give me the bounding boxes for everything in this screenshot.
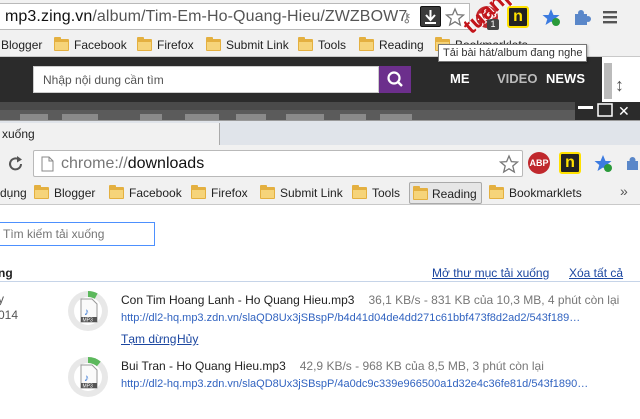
puzzle-icon[interactable] (624, 154, 640, 170)
extension-n-icon[interactable]: n (507, 6, 529, 28)
svg-text:✕: ✕ (618, 103, 630, 119)
extension-star-icon[interactable] (540, 6, 562, 28)
download-url[interactable]: http://dl2-hq.mp3.zdn.vn/slaQD8Ux3jSBspP… (121, 312, 580, 324)
toolbar: chrome://downloads ABP n (0, 145, 640, 181)
bookmark-firefox[interactable]: Firefox (137, 37, 194, 53)
reload-icon[interactable] (7, 155, 25, 173)
folder-icon (489, 185, 504, 199)
svg-text:↕: ↕ (615, 75, 624, 95)
downloads-browser-window: xuống chrome://downloads ABP n dụng Blog… (0, 120, 640, 401)
folder-icon (352, 185, 367, 199)
downloads-header: ng Mở thư mục tải xuống Xóa tất cả (0, 264, 640, 282)
site-search-input[interactable]: Nhập nội dung cần tìm (33, 66, 379, 93)
adblock-icon[interactable]: ABP (528, 152, 550, 174)
mp3-file-icon: ♪ MP3 (68, 291, 108, 331)
page-icon (41, 156, 54, 172)
folder-icon (109, 185, 124, 199)
icon-label: MP3 (83, 318, 94, 324)
scrollbar-icon[interactable]: ↕ (602, 57, 640, 102)
download-status: 42,9 KB/s - 968 KB của 8,5 MB, 3 phút cò… (299, 359, 544, 373)
svg-text:♪: ♪ (84, 307, 89, 318)
nav-tab-me[interactable]: ME (450, 71, 470, 86)
omnibox[interactable]: chrome://downloads (33, 150, 523, 177)
open-downloads-folder-link[interactable]: Mở thư mục tải xuống (432, 266, 549, 280)
folder-icon (54, 37, 69, 51)
clear-all-link[interactable]: Xóa tất cả (569, 266, 623, 280)
download-url[interactable]: http://dl2-hq.mp3.zdn.vn/slaQD8Ux3jSBspP… (121, 378, 588, 390)
menu-icon[interactable] (602, 9, 618, 25)
bookmark-submit-link[interactable]: Submit Link (260, 185, 343, 201)
icon-label: MP3 (83, 384, 94, 390)
url-text[interactable]: mp3.zing.vn/album/Tim-Em-Ho-Quang-Hieu/Z… (5, 8, 407, 26)
download-search-input[interactable] (0, 222, 155, 246)
bookmark-reading[interactable]: Reading (409, 182, 482, 204)
folder-icon (359, 37, 374, 51)
background-browser-window: mp3.zing.vn/album/Tim-Em-Ho-Quang-Hieu/Z… (0, 0, 640, 130)
bookmark-firefox[interactable]: Firefox (191, 185, 248, 201)
svg-text:⚷: ⚷ (402, 10, 412, 25)
bookmarks-overflow[interactable]: » (620, 183, 628, 199)
downloads-page: ng Mở thư mục tải xuống Xóa tất cả y 014… (0, 205, 640, 401)
folder-icon (260, 185, 275, 199)
folder-icon (34, 185, 49, 199)
bookmark-facebook[interactable]: Facebook (109, 185, 182, 201)
bookmark-blogger[interactable]: Blogger (34, 185, 95, 201)
tab-strip: xuống (0, 121, 640, 145)
download-icon[interactable] (420, 6, 441, 27)
bookmark-bookmarklets[interactable]: Bookmarklets (489, 185, 582, 201)
folder-icon (137, 37, 152, 51)
window-side: ↕ (602, 57, 640, 102)
site-search-button[interactable] (379, 66, 411, 93)
search-icon (387, 71, 403, 87)
omnibox[interactable]: mp3.zing.vn/album/Tim-Em-Ho-Quang-Hieu/Z… (0, 3, 470, 30)
folder-icon (206, 37, 221, 51)
download-filename: Bui Tran - Ho Quang Hieu.mp3 42,9 KB/s - … (121, 359, 544, 373)
download-item: ♪ MP3 Bui Tran - Ho Quang Hieu.mp3 42,9 K… (0, 357, 640, 419)
star-icon[interactable] (499, 154, 519, 174)
download-status: 36,1 KB/s - 831 KB của 10,3 MB, 4 phút c… (368, 293, 620, 307)
folder-icon (413, 186, 428, 200)
download-tooltip: Tải bài hát/album đang nghe (438, 44, 588, 62)
url-text[interactable]: chrome://downloads (61, 155, 204, 173)
key-icon[interactable]: ⚷ (400, 9, 416, 25)
bookmark-tools[interactable]: Tools (352, 185, 400, 201)
tab-downloads[interactable]: xuống (0, 123, 220, 145)
nav-tab-news[interactable]: NEWS (546, 71, 585, 86)
puzzle-icon[interactable] (572, 7, 592, 27)
bookmark-apps[interactable]: dụng (0, 185, 27, 201)
download-filename: Con Tim Hoang Lanh - Ho Quang Hieu.mp3 36… (121, 293, 620, 307)
extension-star-icon[interactable] (592, 152, 614, 174)
svg-text:♪: ♪ (84, 373, 89, 384)
downloads-title: ng (0, 266, 13, 280)
extension-n-icon[interactable]: n (559, 152, 581, 174)
pause-download-link[interactable]: Tạm dừng (121, 332, 176, 346)
cancel-download-link[interactable]: Hủy (177, 332, 198, 346)
folder-icon (191, 185, 206, 199)
mp3-file-icon: ♪ MP3 (68, 357, 108, 397)
download-item: ♪ MP3 Con Tim Hoang Lanh - Ho Quang Hieu… (0, 291, 640, 353)
bookmark-tools[interactable]: Tools (298, 37, 346, 53)
bookmark-submit-link[interactable]: Submit Link (206, 37, 289, 53)
nav-tab-video[interactable]: VIDEO (497, 71, 537, 86)
bookmark-blogger[interactable]: Blogger (0, 37, 42, 53)
bookmarks-bar: dụng Blogger Facebook Firefox Submit Lin… (0, 181, 640, 205)
folder-icon (298, 37, 313, 51)
bookmark-facebook[interactable]: Facebook (54, 37, 127, 53)
bookmark-reading[interactable]: Reading (359, 37, 424, 53)
site-header: Nhập nội dung cần tìm ME VIDEO NEWS ↕ (0, 57, 640, 102)
